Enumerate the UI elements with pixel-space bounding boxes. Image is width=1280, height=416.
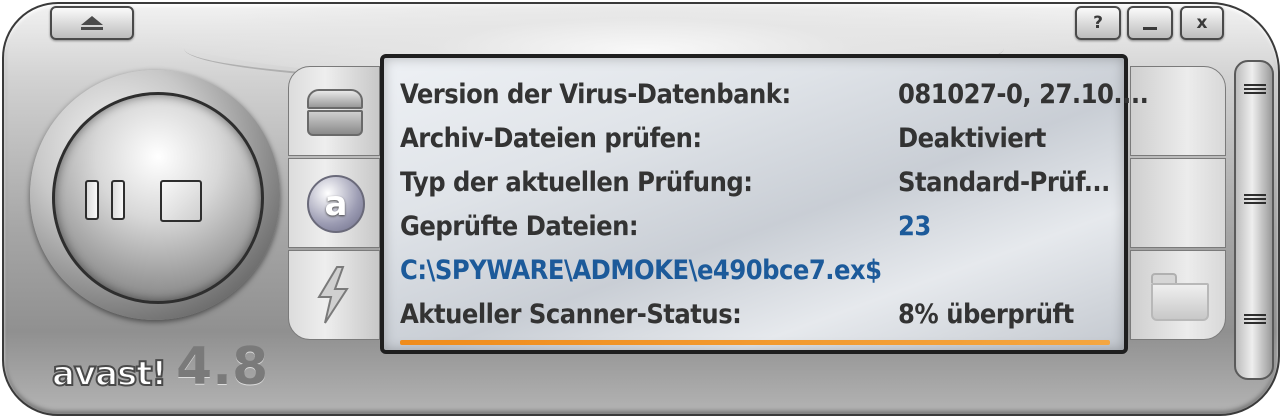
minimize-button[interactable] xyxy=(1127,6,1173,40)
tab-avast[interactable]: a xyxy=(288,158,380,248)
info-row-files-checked: Geprüfte Dateien: 23 xyxy=(400,206,1108,246)
eject-button[interactable] xyxy=(50,6,134,40)
resize-grip[interactable] xyxy=(1234,60,1274,380)
help-button[interactable]: ? xyxy=(1075,6,1121,40)
info-row-scan-type: Typ der aktuellen Prüfung: Standard-Prüf… xyxy=(400,162,1110,202)
info-row-db-version: Version der Virus-Datenbank: 081027-0, 2… xyxy=(400,74,1149,114)
control-dial xyxy=(52,92,264,304)
tab-quick-scan[interactable] xyxy=(288,250,380,340)
minimize-icon xyxy=(1143,26,1157,30)
info-row-archive: Archiv-Dateien prüfen: Deaktiviert xyxy=(400,118,1108,158)
row-label: Archiv-Dateien prüfen: xyxy=(400,122,702,154)
folder-icon xyxy=(1151,273,1209,321)
info-row-scanner-status: Aktueller Scanner-Status: 8% überprüft xyxy=(400,294,1108,334)
scanner-status-value: 8% überprüft xyxy=(898,298,1074,330)
stop-button[interactable] xyxy=(160,180,202,222)
avast-logo: avast! 4.8 xyxy=(51,337,269,397)
grip-lines-icon xyxy=(1244,84,1266,96)
grip-lines-icon xyxy=(1244,194,1266,206)
info-row-current-file: C:\SPYWARE\ADMOKE\e490bce7.ex$ xyxy=(400,250,1108,290)
current-file-path: C:\SPYWARE\ADMOKE\e490bce7.ex$ xyxy=(400,254,882,286)
lightning-icon xyxy=(317,266,349,324)
scan-progress-bar xyxy=(400,340,1110,345)
files-checked-count: 23 xyxy=(898,210,931,242)
pause-icon xyxy=(85,180,99,220)
eject-icon xyxy=(81,15,103,25)
avast-a-icon: a xyxy=(307,175,365,233)
status-display: Version der Virus-Datenbank: 081027-0, 2… xyxy=(380,54,1149,354)
pause-button[interactable] xyxy=(85,180,125,222)
row-label: Geprüfte Dateien: xyxy=(400,210,639,242)
tab-resident-protection[interactable] xyxy=(288,66,380,156)
open-folder-button[interactable] xyxy=(1130,250,1226,340)
row-label: Aktueller Scanner-Status: xyxy=(400,298,742,330)
chest-icon xyxy=(307,89,363,136)
close-button[interactable]: x xyxy=(1180,6,1224,40)
row-value: Standard-Prüf... xyxy=(898,166,1110,198)
right-tab-2[interactable] xyxy=(1130,158,1226,248)
row-value: 081027-0, 27.10.... xyxy=(898,78,1149,110)
row-label: Version der Virus-Datenbank: xyxy=(400,78,791,110)
logo-brand: avast! xyxy=(51,353,168,395)
grip-lines-icon xyxy=(1244,314,1266,326)
row-label: Typ der aktuellen Prüfung: xyxy=(400,166,753,198)
logo-version: 4.8 xyxy=(176,337,269,397)
row-value: Deaktiviert xyxy=(898,122,1046,154)
